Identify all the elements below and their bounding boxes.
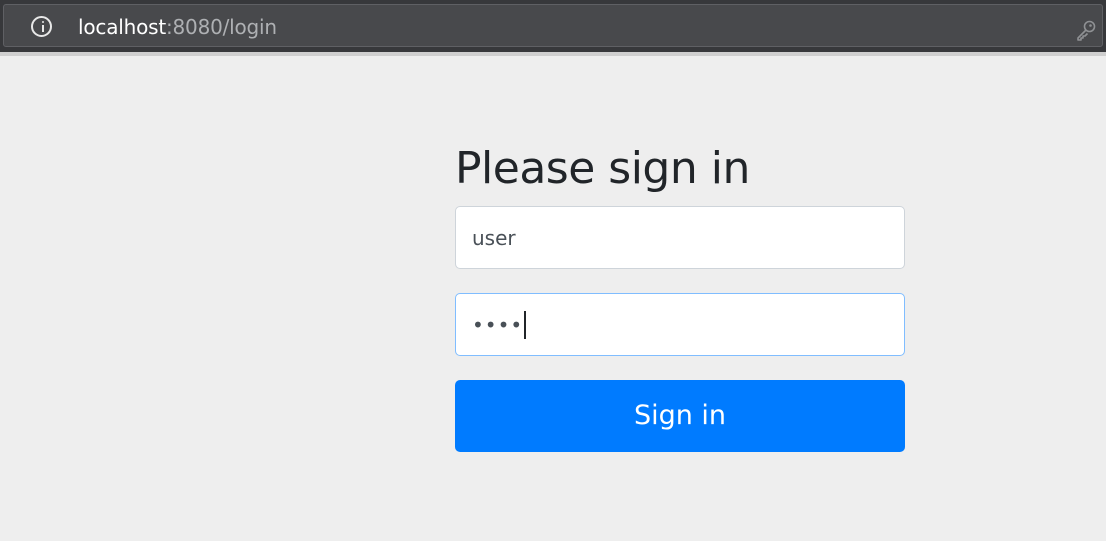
toolbar-divider [0,52,1106,56]
page-title: Please sign in [455,143,750,194]
password-input[interactable]: •••• [455,293,905,356]
url-host: localhost [78,15,166,39]
username-input[interactable]: user [455,206,905,269]
username-value: user [472,226,516,250]
password-value: •••• [472,310,527,339]
url-text[interactable]: localhost:8080/login [78,15,277,39]
sign-in-button[interactable]: Sign in [455,380,905,452]
key-icon[interactable] [1075,19,1097,41]
text-caret [524,310,527,339]
login-form: Please sign in user •••• Sign in [455,140,905,452]
address-bar[interactable]: localhost:8080/login [3,4,1103,47]
info-icon[interactable] [31,16,52,37]
password-dots: •••• [472,313,524,337]
browser-toolbar: localhost:8080/login [0,0,1106,56]
url-path: :8080/login [165,15,277,39]
